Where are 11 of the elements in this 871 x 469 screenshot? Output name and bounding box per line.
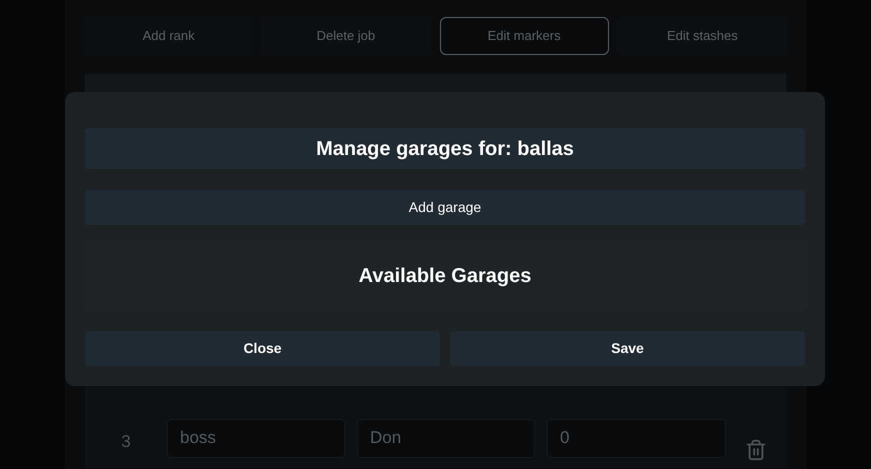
modal-button[interactable]: Save <box>450 331 805 366</box>
toolbar-button[interactable]: Edit markers <box>440 17 609 55</box>
add-garage-button[interactable]: Add garage <box>85 190 805 225</box>
grade-cell-text: 3 <box>120 431 132 454</box>
name-field[interactable]: boss <box>167 418 345 458</box>
modal-button[interactable]: Close <box>85 331 440 366</box>
modal-title: Manage garages for: ballas <box>85 128 805 169</box>
trash-icon[interactable] <box>745 439 767 461</box>
salary-field[interactable]: 0 <box>547 418 726 458</box>
section-title: Available Garages <box>358 264 532 288</box>
label-field[interactable]: Don <box>357 418 535 458</box>
